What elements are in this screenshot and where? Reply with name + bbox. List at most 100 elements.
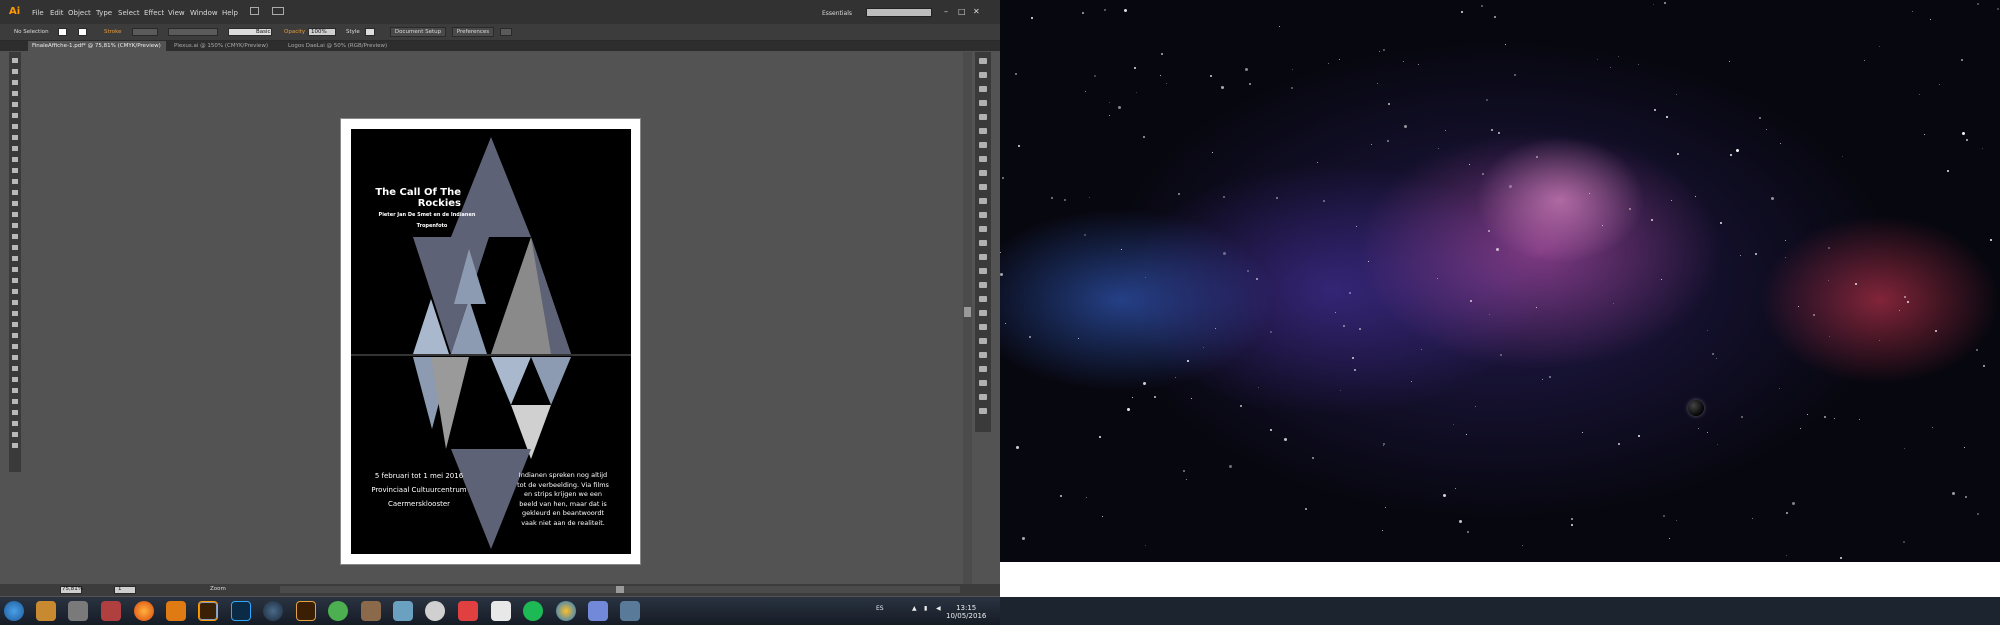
stroke-weight-field[interactable] xyxy=(132,28,158,36)
panel-icon[interactable] xyxy=(979,310,987,316)
menu-select[interactable]: Select xyxy=(118,9,140,17)
clock[interactable]: 13:15 10/05/2016 xyxy=(946,604,986,620)
tab-plexus[interactable]: Plexus.ai @ 150% (CMYK/Preview) xyxy=(170,41,280,51)
panel-icon[interactable] xyxy=(979,254,987,260)
close-button[interactable]: ✕ xyxy=(973,7,980,16)
horizontal-scrollbar[interactable] xyxy=(280,586,960,593)
panel-icon[interactable] xyxy=(979,170,987,176)
volume-icon[interactable]: ◀ xyxy=(936,605,941,612)
tool-icon[interactable] xyxy=(12,212,18,217)
vertical-scroll-thumb[interactable] xyxy=(964,307,971,317)
panel-icon[interactable] xyxy=(979,128,987,134)
artboard[interactable]: The Call Of The Rockies Pieter Jan De Sm… xyxy=(340,118,641,565)
panel-icon[interactable] xyxy=(979,282,987,288)
tool-icon[interactable] xyxy=(12,124,18,129)
tool-icon[interactable] xyxy=(12,300,18,305)
stroke-label[interactable]: Stroke xyxy=(104,29,122,35)
panel-icon[interactable] xyxy=(979,198,987,204)
tool-icon[interactable] xyxy=(393,601,413,621)
chrome-icon[interactable] xyxy=(556,601,576,621)
horizontal-scroll-thumb[interactable] xyxy=(616,586,624,593)
tool-icon[interactable] xyxy=(12,355,18,360)
media-player-icon[interactable] xyxy=(36,601,56,621)
tool-icon[interactable] xyxy=(12,102,18,107)
tool-icon[interactable] xyxy=(12,146,18,151)
preferences-button[interactable]: Preferences xyxy=(452,27,494,37)
tool-icon[interactable] xyxy=(12,80,18,85)
steam-icon[interactable] xyxy=(263,601,283,621)
tool-icon[interactable] xyxy=(12,190,18,195)
panel-icon[interactable] xyxy=(979,338,987,344)
tool-icon[interactable] xyxy=(12,344,18,349)
tool-icon[interactable] xyxy=(12,410,18,415)
menu-effect[interactable]: Effect xyxy=(144,9,164,17)
tool-icon[interactable] xyxy=(12,201,18,206)
vertical-scrollbar[interactable] xyxy=(963,52,972,584)
tool-icon[interactable] xyxy=(12,322,18,327)
panel-icon[interactable] xyxy=(979,352,987,358)
panel-icon[interactable] xyxy=(979,184,987,190)
menu-help[interactable]: Help xyxy=(222,9,238,17)
panel-icon[interactable] xyxy=(979,380,987,386)
panel-icon[interactable] xyxy=(979,58,987,64)
photoshop-icon[interactable] xyxy=(231,601,251,621)
tool-icon[interactable] xyxy=(12,245,18,250)
tool-icon[interactable] xyxy=(12,179,18,184)
panel-icon[interactable] xyxy=(979,240,987,246)
panel-icon[interactable] xyxy=(979,324,987,330)
menu-window[interactable]: Window xyxy=(190,9,218,17)
panel-icon[interactable] xyxy=(979,212,987,218)
computer-icon[interactable] xyxy=(620,601,640,621)
arrange-icon[interactable] xyxy=(500,28,512,36)
start-button[interactable] xyxy=(4,601,24,621)
tab-logos[interactable]: Logos DaeLai @ 50% (RGB/Preview) xyxy=(284,41,398,51)
panel-icon[interactable] xyxy=(979,86,987,92)
tool-icon[interactable] xyxy=(12,69,18,74)
graphic-style-swatch[interactable] xyxy=(365,28,375,36)
tool-icon[interactable] xyxy=(12,366,18,371)
workspace-switcher[interactable]: Essentials xyxy=(822,10,852,17)
panel-icon[interactable] xyxy=(979,226,987,232)
tool-icon[interactable] xyxy=(12,58,18,63)
discord-icon[interactable] xyxy=(588,601,608,621)
tool-icon[interactable] xyxy=(12,267,18,272)
tool-icon[interactable] xyxy=(12,421,18,426)
tool-icon[interactable] xyxy=(12,223,18,228)
tool-icon[interactable] xyxy=(12,377,18,382)
menu-object[interactable]: Object xyxy=(68,9,91,17)
folder-icon[interactable] xyxy=(361,601,381,621)
panel-icon[interactable] xyxy=(979,366,987,372)
arrange-documents-icon[interactable] xyxy=(272,7,284,15)
app-round-icon[interactable] xyxy=(425,601,445,621)
tool-icon[interactable] xyxy=(12,388,18,393)
tool-icon[interactable] xyxy=(12,399,18,404)
tool-icon[interactable] xyxy=(12,289,18,294)
tool-icon[interactable] xyxy=(12,278,18,283)
app-red-icon[interactable] xyxy=(458,601,478,621)
vlc-icon[interactable] xyxy=(166,601,186,621)
panel-icon[interactable] xyxy=(979,408,987,414)
tool-icon[interactable] xyxy=(12,256,18,261)
firefox-icon[interactable] xyxy=(134,601,154,621)
panel-icon[interactable] xyxy=(979,72,987,78)
tool-icon[interactable] xyxy=(12,333,18,338)
panel-icon[interactable] xyxy=(979,268,987,274)
stroke-swatch[interactable] xyxy=(78,28,87,36)
document-setup-button[interactable]: Document Setup xyxy=(390,27,446,37)
panel-icon[interactable] xyxy=(979,114,987,120)
app-white-icon[interactable] xyxy=(491,601,511,621)
spotify-icon[interactable] xyxy=(523,601,543,621)
panel-icon[interactable] xyxy=(979,394,987,400)
bridge-icon[interactable] xyxy=(250,7,259,15)
tool-icon[interactable] xyxy=(12,234,18,239)
tool-icon[interactable] xyxy=(12,91,18,96)
panel-icon[interactable] xyxy=(979,100,987,106)
game-icon[interactable] xyxy=(68,601,88,621)
tray-arrow-icon[interactable]: ▲ xyxy=(912,605,917,612)
tool-icon[interactable] xyxy=(12,135,18,140)
panel-icon[interactable] xyxy=(979,156,987,162)
tool-icon[interactable] xyxy=(12,443,18,448)
language-indicator[interactable]: ES xyxy=(876,605,884,612)
network-icon[interactable]: ▮ xyxy=(924,605,927,612)
variable-width-profile[interactable] xyxy=(168,28,218,36)
